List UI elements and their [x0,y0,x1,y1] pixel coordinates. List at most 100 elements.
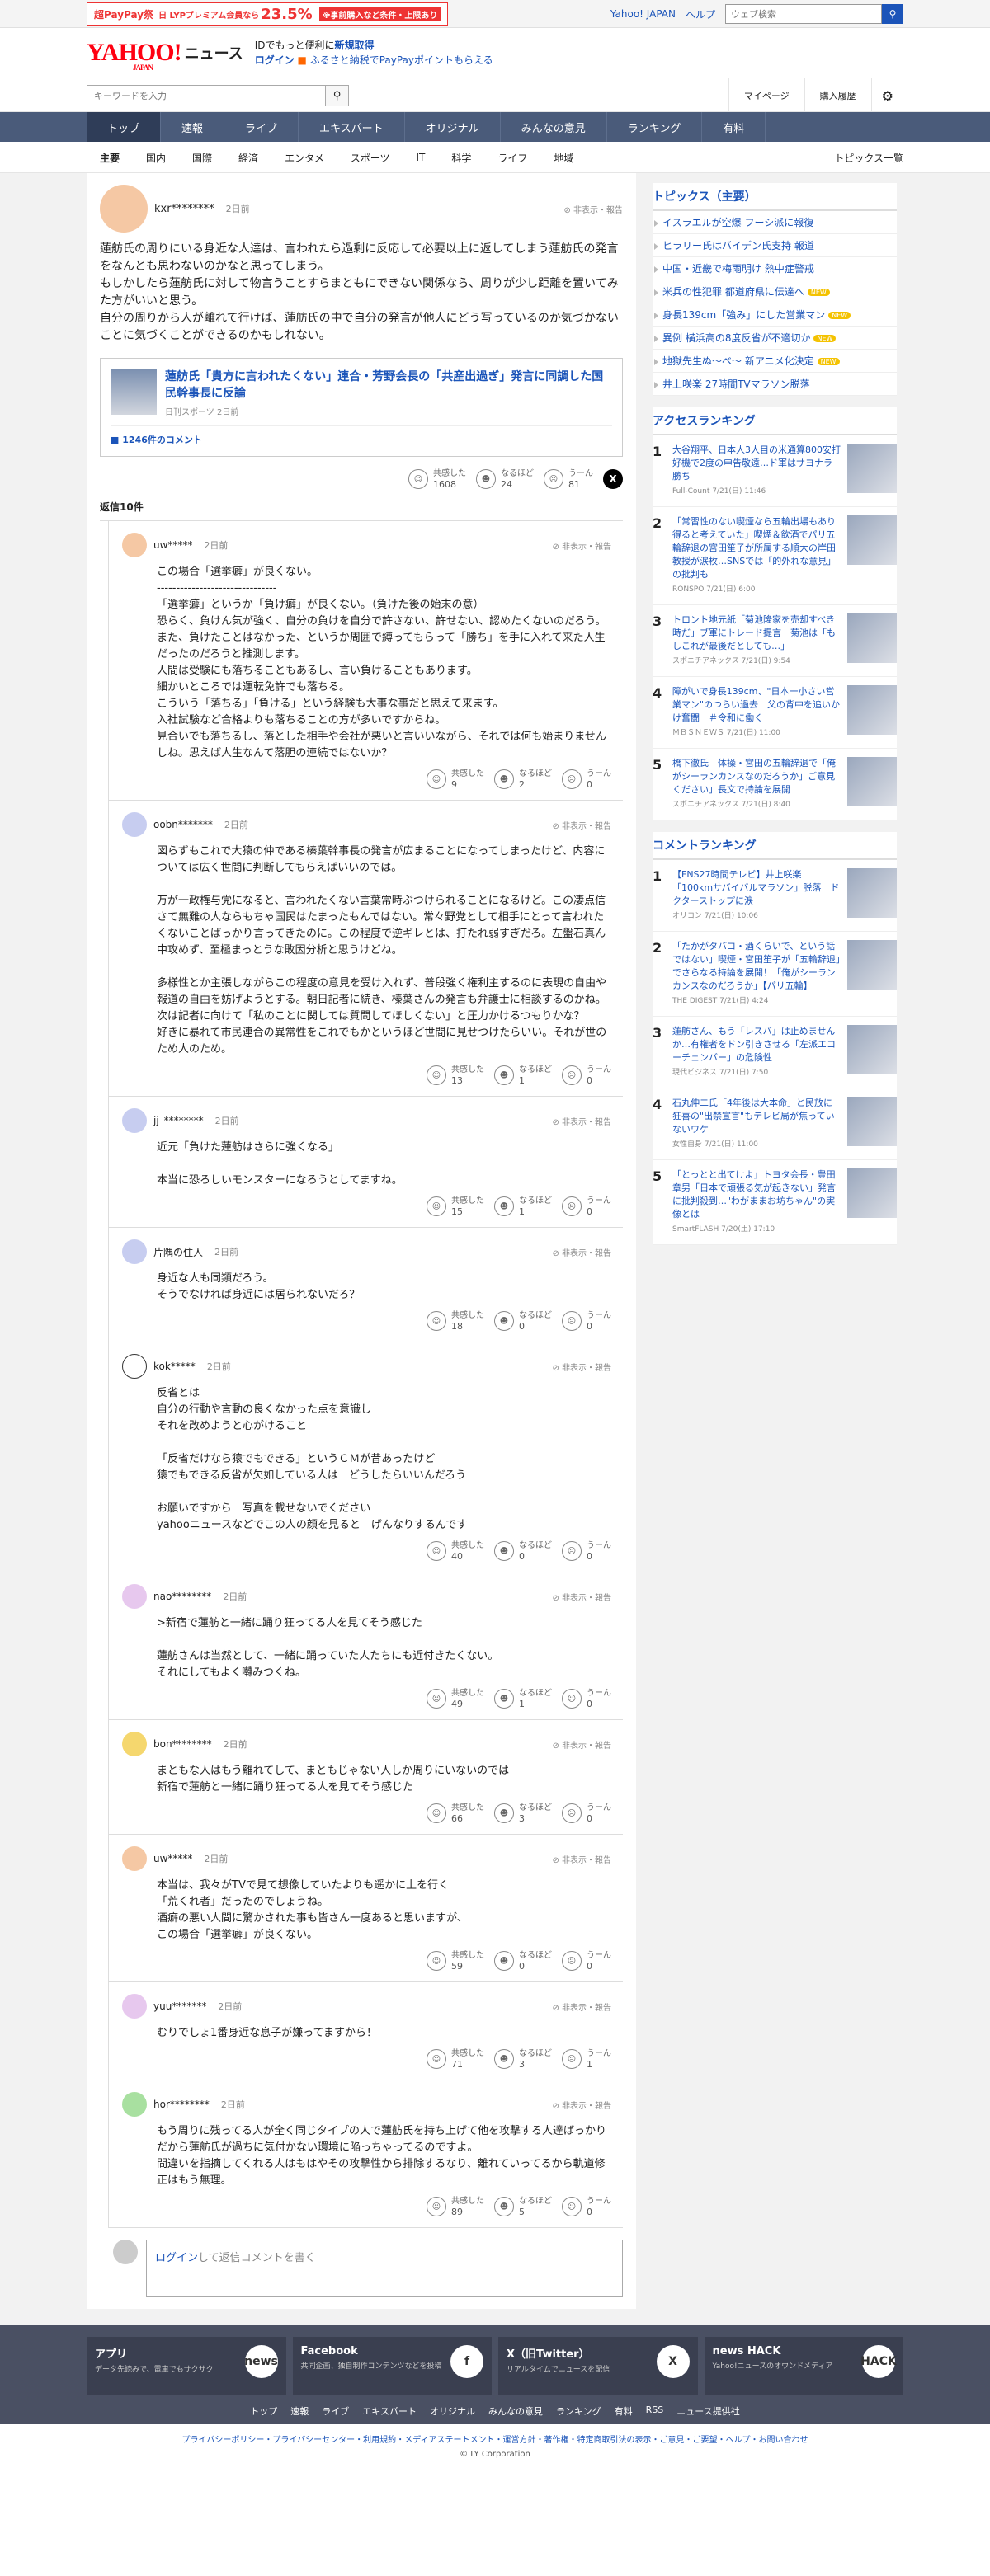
uun-button[interactable]: ☹ うーん 0 [562,769,611,790]
ranking-item[interactable]: 3 蓮舫さん、もう「レスバ」は止めませんか…有権者をドン引きさせる「左派エコーチェ… [653,1017,897,1088]
uun-button[interactable]: ☹ うーん 0 [562,1688,611,1709]
naruhodo-button[interactable]: ☻ なるほど 2 [494,769,552,790]
naruhodo-button[interactable]: ☻ なるほど 0 [494,1540,552,1562]
footer-card[interactable]: news HACK Yahoo!ニュースのオウンドメディア HACK [704,2337,903,2395]
register-link[interactable]: 新規取得 [334,40,374,51]
ranking-item[interactable]: 3 トロント地元紙「菊池隆家を売却すべき時だ」ブ軍にトレード提言 菊池は「もしこれ… [653,605,897,677]
nav-tab[interactable]: オリジナル [405,112,501,142]
topic-item[interactable]: イスラエルが空爆 フーシ派に報復 [653,211,897,234]
report-link[interactable]: ⊘ 非表示・報告 [552,1361,611,1373]
uun-button[interactable]: ☹ うーん 0 [562,2196,611,2217]
naruhodo-button[interactable]: ☻ なるほど 24 [476,468,534,490]
footer-link[interactable]: 速報 [290,2404,309,2418]
ranking-item[interactable]: 2 「たかがタバコ・酒くらいで、という話ではない」喫煙・宮田笙子が「五輪辞退」でさ… [653,932,897,1017]
subnav-tab[interactable]: IT [403,152,438,163]
report-link[interactable]: ⊘ 非表示・報告 [563,203,623,215]
report-link[interactable]: ⊘ 非表示・報告 [552,1246,611,1258]
naruhodo-button[interactable]: ☻ なるほど 3 [494,2048,552,2070]
ranking-item[interactable]: 4 石丸伸二氏「4年後は大本命」と民放に狂喜の"出禁宣言"もテレビ局が焦っていない… [653,1088,897,1160]
yahoo-news-logo[interactable]: YAHOO! ニュース JAPAN [87,40,243,72]
footer-card[interactable]: Facebook 共同企画、独自制作コンテンツなどを投稿 f [292,2337,492,2395]
ranking-item[interactable]: 4 障がいで身長139cm、"日本一小さい営業マン"のつらい過去 父の背中を追いか… [653,677,897,749]
ranking-item[interactable]: 1 【FNS27時間テレビ】井上咲楽「100kmサバイバルマラソン」脱落 ドクター… [653,860,897,932]
mypage-link[interactable]: マイページ [728,78,804,113]
footer-link[interactable]: みんなの意見 [488,2404,543,2418]
uun-button[interactable]: ☹ うーん 0 [562,1310,611,1332]
search-icon[interactable]: ⚲ [326,85,349,106]
footer-link[interactable]: ランキング [556,2404,601,2418]
search-icon[interactable]: ⚲ [882,4,903,24]
topic-item[interactable]: ヒラリー氏はバイデン氏支持 報道 [653,234,897,257]
empathy-button[interactable]: ☺ 共感した 89 [427,2196,484,2217]
footer-card[interactable]: アプリ データ先読みで、電車でもサクサク news [87,2337,286,2395]
uun-button[interactable]: ☹ うーん 0 [562,1196,611,1217]
history-link[interactable]: 購入履歴 [804,78,871,113]
naruhodo-button[interactable]: ☻ なるほど 1 [494,1065,552,1086]
footer-link[interactable]: エキスパート [362,2404,417,2418]
uun-button[interactable]: ☹ うーん 0 [562,1950,611,1972]
topic-item[interactable]: 井上咲楽 27時間TVマラソン脱落 [653,373,897,396]
report-link[interactable]: ⊘ 非表示・報告 [552,1738,611,1751]
footer-card[interactable]: X（旧Twitter） リアルタイムでニュースを配信 X [498,2337,698,2395]
empathy-button[interactable]: ☺ 共感した 13 [427,1065,484,1086]
ranking-item[interactable]: 5 橋下徹氏 体操・宮田の五輪辞退で「俺がシーランカンスなのだろうか」ご意見くださ… [653,749,897,820]
footer-link[interactable]: 有料 [615,2404,633,2418]
help-link[interactable]: ヘルプ [686,7,715,21]
report-link[interactable]: ⊘ 非表示・報告 [552,819,611,831]
nav-tab[interactable]: 速報 [161,112,225,142]
web-search-input[interactable] [725,4,882,24]
nav-tab[interactable]: トップ [87,112,162,142]
subnav-tab[interactable]: 国内 [133,151,179,165]
naruhodo-button[interactable]: ☻ なるほど 0 [494,1950,552,1972]
empathy-button[interactable]: ☺ 共感した 40 [427,1540,484,1562]
yahoo-japan-link[interactable]: Yahoo! JAPAN [610,8,676,20]
empathy-button[interactable]: ☺ 共感した 66 [427,1803,484,1824]
empathy-button[interactable]: ☺ 共感した 1608 [408,468,466,490]
keyword-search-input[interactable] [87,85,326,106]
naruhodo-button[interactable]: ☻ なるほど 3 [494,1803,552,1824]
uun-button[interactable]: ☹ うーん 0 [562,1540,611,1562]
furusato-link[interactable]: ふるさと納税でPayPayポイントもらえる [310,54,493,66]
login-link[interactable]: ログイン [255,54,295,66]
subnav-tab[interactable]: スポーツ [337,151,403,165]
subnav-tab[interactable]: 地域 [540,151,587,165]
nav-tab[interactable]: 有料 [702,112,766,142]
topic-item[interactable]: 米兵の性犯罪 都道府県に伝達へ NEW [653,280,897,303]
empathy-button[interactable]: ☺ 共感した 9 [427,769,484,790]
ranking-item[interactable]: 1 大谷翔平、日本人3人目の米通算800安打 好機で2度の申告敬遠…ド軍はサヨナラ… [653,435,897,507]
report-link[interactable]: ⊘ 非表示・報告 [552,539,611,552]
uun-button[interactable]: ☹ うーん 0 [562,1803,611,1824]
report-link[interactable]: ⊘ 非表示・報告 [552,2000,611,2013]
ranking-item[interactable]: 5 「とっとと出てけよ」トヨタ会長・豊田章男「日本で頑張る気が起きない」発言に批判… [653,1160,897,1245]
reply-input[interactable]: ログインして返信コメントを書く [146,2240,623,2297]
report-link[interactable]: ⊘ 非表示・報告 [552,2099,611,2111]
report-link[interactable]: ⊘ 非表示・報告 [552,1115,611,1127]
subnav-tab[interactable]: エンタメ [271,151,337,165]
topics-list-link[interactable]: トピックス一覧 [834,151,903,165]
footer-link[interactable]: オリジナル [430,2404,475,2418]
subnav-tab[interactable]: 経済 [225,151,271,165]
nav-tab[interactable]: ライブ [224,112,299,142]
nav-tab[interactable]: ランキング [607,112,703,142]
report-link[interactable]: ⊘ 非表示・報告 [552,1853,611,1865]
empathy-button[interactable]: ☺ 共感した 49 [427,1688,484,1709]
topic-item[interactable]: 地獄先生ぬ〜べ〜 新アニメ化決定 NEW [653,350,897,373]
x-share-icon[interactable]: X [603,469,623,489]
article-title[interactable]: 蓮舫氏「貴方に言われたくない」連合・芳野会長の「共産出過ぎ」発言に同調した国民幹… [165,369,612,402]
promo-banner[interactable]: 超PayPay祭 日 LYPプレミアム会員なら 23.5% ※事前購入など条件・… [87,2,449,26]
gear-icon[interactable]: ⚙ [870,78,903,113]
subnav-tab[interactable]: 主要 [87,151,133,165]
uun-button[interactable]: ☹ うーん 0 [562,1065,611,1086]
ranking-item[interactable]: 2 「常習性のない喫煙なら五輪出場もあり得ると考えていた」喫煙＆飲酒でパリ五輪辞退… [653,507,897,605]
topic-item[interactable]: 身長139cm「強み」にした営業マン NEW [653,303,897,327]
empathy-button[interactable]: ☺ 共感した 18 [427,1310,484,1332]
subnav-tab[interactable]: ライフ [484,151,540,165]
topic-item[interactable]: 中国・近畿で梅雨明け 熱中症警戒 [653,257,897,280]
naruhodo-button[interactable]: ☻ なるほど 1 [494,1688,552,1709]
footer-link[interactable]: ニュース提供社 [676,2404,739,2418]
empathy-button[interactable]: ☺ 共感した 71 [427,2048,484,2070]
subnav-tab[interactable]: 科学 [438,151,484,165]
uun-button[interactable]: ☹ うーん 81 [544,468,593,490]
nav-tab[interactable]: みんなの意見 [501,112,607,142]
article-card[interactable]: 蓮舫氏「貴方に言われたくない」連合・芳野会長の「共産出過ぎ」発言に同調した国民幹… [100,358,623,457]
